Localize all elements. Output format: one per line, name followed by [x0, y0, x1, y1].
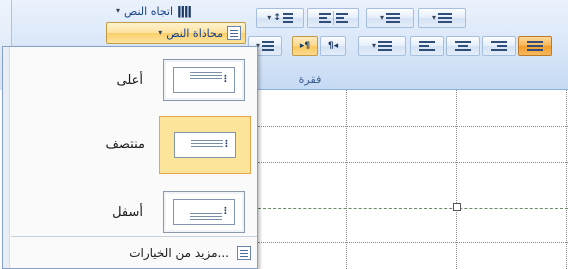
text-align-icon — [227, 26, 241, 40]
align-right-button[interactable] — [482, 36, 516, 56]
align-top-icon: ⋮ — [173, 67, 235, 93]
chevron-down-icon: ▾ — [158, 28, 163, 37]
table-gridline — [258, 126, 568, 127]
align-right-icon — [527, 41, 543, 51]
chevron-down-icon: ▾ — [267, 13, 272, 22]
text-direction-button[interactable]: ▾ اتجاه النص ǁǁ — [116, 2, 192, 20]
ltr-button[interactable]: ▸¶ — [292, 36, 318, 56]
chevron-down-icon: ▾ — [116, 6, 121, 15]
end-of-cell-marker — [453, 203, 461, 211]
justify-icon — [378, 41, 392, 51]
chevron-down-icon: ▾ — [379, 13, 384, 22]
align-right-icon — [491, 41, 507, 51]
line-spacing-button[interactable]: ▾ ↕ — [256, 8, 304, 28]
align-middle-icon: ⋮ — [174, 132, 236, 158]
align-top-option[interactable]: ⋮ — [163, 59, 245, 101]
decrease-indent-icon[interactable] — [318, 13, 331, 23]
line-spacing-icon: ↕ — [273, 12, 281, 23]
chevron-down-icon: ▾ — [371, 41, 376, 50]
line-spacing-lines-icon — [282, 13, 293, 23]
increase-indent-icon[interactable] — [335, 13, 348, 23]
text-align-label: محاذاة النص — [166, 26, 223, 40]
align-center-button[interactable] — [446, 36, 480, 56]
align-middle-label: منتصف — [105, 137, 145, 152]
more-options-item[interactable]: مزيد من الخيارات... — [11, 239, 257, 267]
more-options-icon — [237, 246, 251, 260]
table-gridline — [258, 208, 568, 209]
align-center-icon — [455, 41, 471, 51]
align-bottom-label: أسفل — [112, 205, 143, 220]
rtl-icon: ¶◂ — [327, 40, 339, 51]
align-bottom-icon: ⋮ — [173, 199, 235, 225]
more-options-label: مزيد من الخيارات... — [129, 246, 229, 260]
menu-separator — [11, 236, 257, 237]
rtl-button[interactable]: ¶◂ — [320, 36, 346, 56]
ltr-icon: ▸¶ — [299, 40, 311, 51]
align-bottom-option[interactable]: ⋮ — [163, 191, 245, 233]
table-gridline — [258, 242, 568, 243]
columns-icon — [262, 41, 274, 51]
align-middle-option[interactable]: ⋮ — [159, 116, 251, 174]
table-gridline — [258, 162, 568, 163]
chevron-down-icon: ▾ — [431, 13, 436, 22]
text-direction-label: اتجاه النص — [124, 4, 174, 18]
justify-button[interactable]: ▾ — [358, 36, 406, 56]
text-direction-icon: ǁǁ — [177, 4, 192, 18]
align-left-button[interactable] — [410, 36, 444, 56]
numbering-icon — [386, 13, 400, 23]
align-top-label: أعلى — [116, 73, 143, 88]
bullets-button[interactable]: ▾ — [418, 8, 466, 28]
indent-group — [307, 8, 359, 28]
paragraph-group-label: فقرة — [298, 73, 322, 86]
bullets-icon — [438, 13, 452, 23]
numbering-button[interactable]: ▾ — [366, 8, 414, 28]
text-align-button[interactable]: ▾ محاذاة النص — [106, 22, 246, 44]
align-left-icon — [419, 41, 435, 51]
menu-gutter — [3, 47, 10, 268]
align-right-selected-button[interactable] — [518, 36, 552, 56]
text-align-dropdown-menu: ⋮ أعلى ⋮ منتصف ⋮ أسفل مزيد من الخيارات..… — [2, 46, 258, 269]
